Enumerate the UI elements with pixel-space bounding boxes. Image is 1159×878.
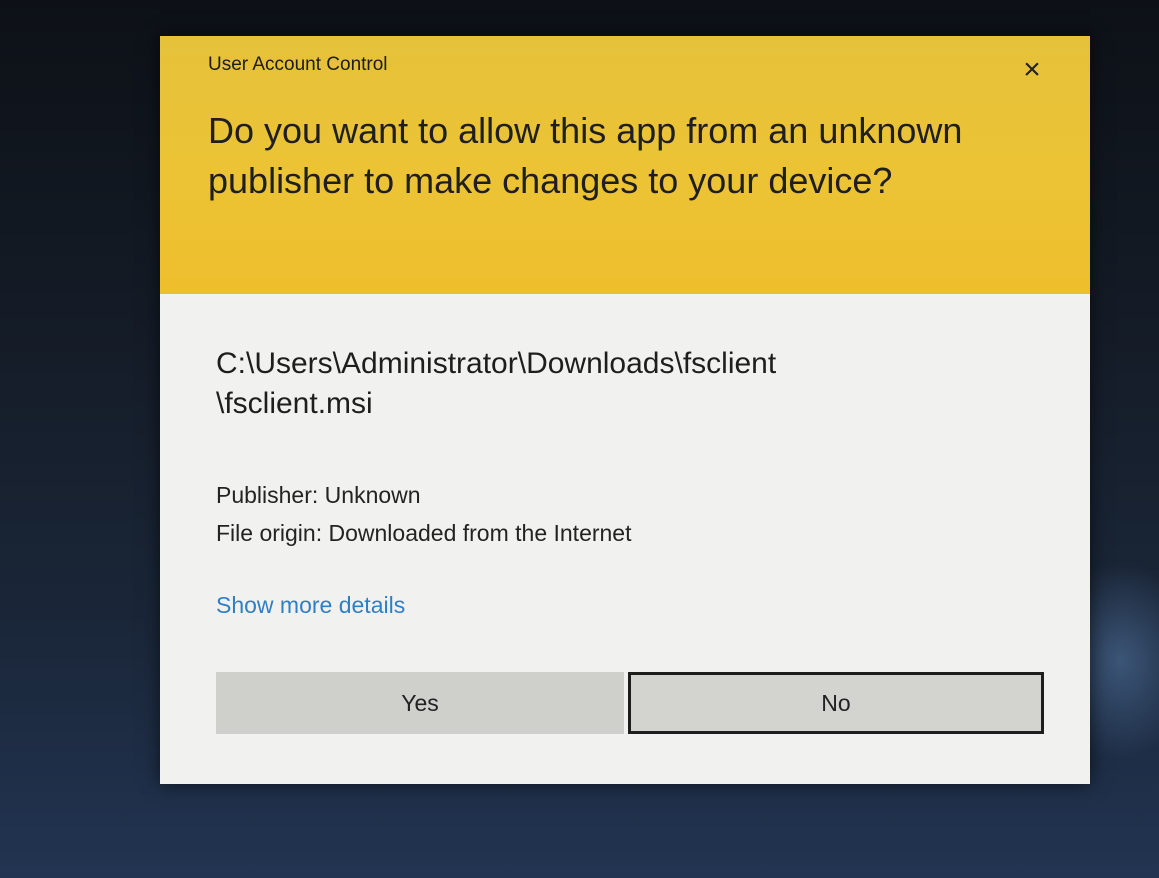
desktop-background: User Account Control × Do you want to al… bbox=[0, 0, 1159, 878]
publisher-text: Publisher: Unknown bbox=[216, 482, 421, 508]
yes-button[interactable]: Yes bbox=[216, 672, 624, 734]
show-more-details-link[interactable]: Show more details bbox=[216, 592, 405, 619]
file-path: C:\Users\Administrator\Downloads\fsclien… bbox=[216, 347, 777, 420]
dialog-title: User Account Control bbox=[208, 54, 388, 75]
uac-dialog: User Account Control × Do you want to al… bbox=[160, 36, 1090, 784]
file-origin-text: File origin: Downloaded from the Interne… bbox=[216, 520, 632, 546]
close-icon[interactable]: × bbox=[1012, 50, 1052, 90]
dialog-header: User Account Control × Do you want to al… bbox=[160, 36, 1090, 294]
file-info: Publisher: Unknown File origin: Download… bbox=[216, 476, 632, 552]
no-button[interactable]: No bbox=[628, 672, 1044, 734]
prompt-question: Do you want to allow this app from an un… bbox=[208, 110, 963, 201]
